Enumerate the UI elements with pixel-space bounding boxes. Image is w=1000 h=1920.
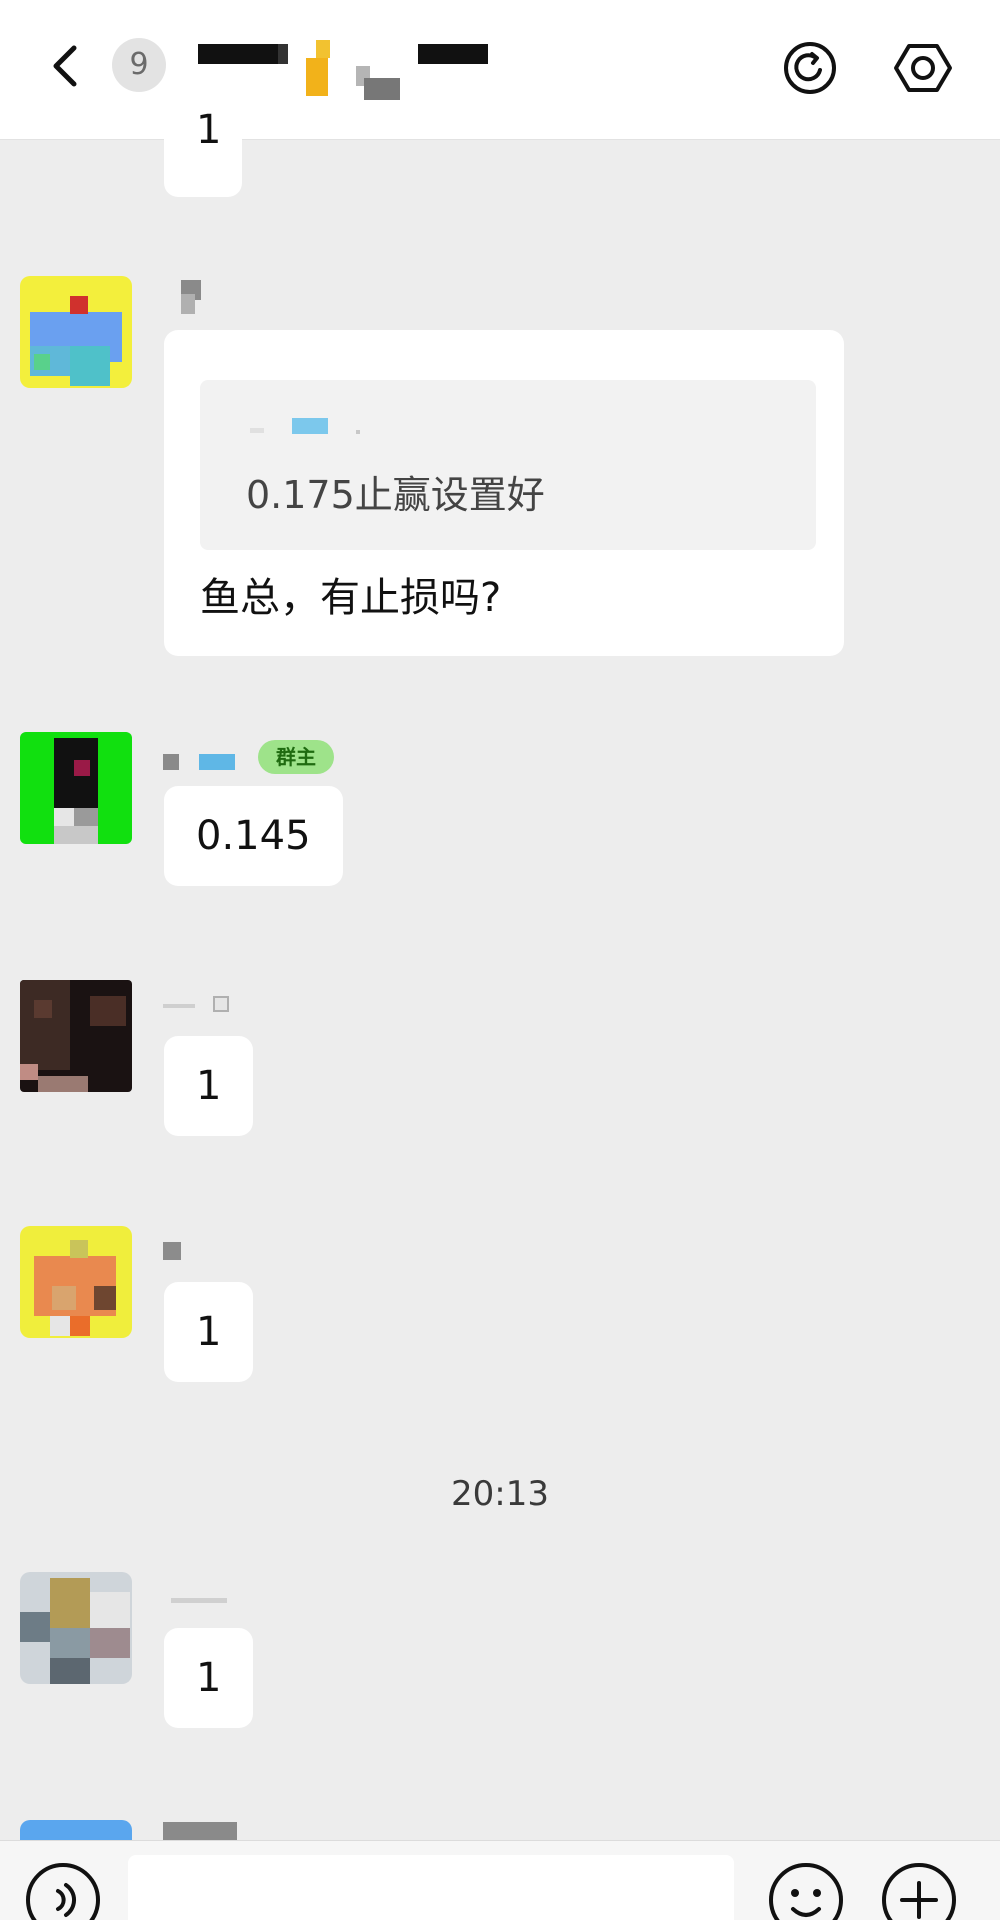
message-input[interactable] [128, 1855, 734, 1920]
add-icon [882, 1863, 956, 1920]
message-bubble[interactable]: 1 [164, 1282, 254, 1382]
voice-button[interactable] [24, 1861, 102, 1920]
sender-name-obscured [163, 280, 203, 314]
message-text: 0.145 [196, 813, 311, 859]
add-button[interactable] [880, 1861, 958, 1920]
time-divider: 20:13 [451, 1474, 549, 1514]
avatar[interactable] [20, 980, 132, 1092]
message-text: 鱼总，有止损吗? [200, 575, 502, 621]
avatar[interactable] [20, 732, 132, 844]
back-icon [53, 45, 77, 87]
message-text: 1 [196, 107, 222, 153]
quoted-text: 0.175止赢设置好 [246, 473, 545, 517]
emoji-icon [769, 1863, 843, 1920]
sender-name-obscured [163, 990, 243, 1016]
avatar[interactable] [20, 276, 132, 388]
message-text: 1 [196, 1655, 222, 1701]
sender-name-obscured [163, 752, 235, 778]
emoji-button[interactable] [767, 1861, 845, 1920]
message-bubble[interactable]: 0.175止赢设置好 鱼总，有止损吗? [164, 330, 844, 656]
chat-screen: 9 1 0.175止赢设置好 鱼总，有止损吗? 群主 0.145 1 1 20:… [0, 0, 1000, 1920]
quoted-message[interactable] [200, 380, 816, 550]
message-text: 1 [196, 1309, 222, 1355]
chat-header: 9 [0, 0, 1000, 140]
message-text: 1 [196, 1063, 222, 1109]
sender-name-obscured [163, 1242, 193, 1268]
refresh-button[interactable] [780, 38, 840, 98]
group-owner-tag: 群主 [258, 740, 334, 774]
message-bubble[interactable]: 1 [164, 1628, 254, 1728]
settings-button[interactable] [893, 38, 953, 98]
refresh-icon [784, 42, 836, 94]
unread-count-badge[interactable]: 9 [112, 38, 166, 92]
input-bar [0, 1840, 1000, 1920]
voice-icon [26, 1863, 100, 1920]
avatar[interactable] [20, 1226, 132, 1338]
message-bubble[interactable]: 1 [164, 80, 242, 197]
message-bubble[interactable]: 1 [164, 1036, 254, 1136]
message-bubble[interactable]: 0.145 [164, 786, 343, 886]
sender-name-obscured [163, 1586, 233, 1612]
back-button[interactable] [40, 38, 96, 94]
avatar[interactable] [20, 1820, 132, 1840]
settings-icon [894, 44, 952, 92]
group-title-obscured [196, 38, 506, 102]
avatar[interactable] [20, 1572, 132, 1684]
